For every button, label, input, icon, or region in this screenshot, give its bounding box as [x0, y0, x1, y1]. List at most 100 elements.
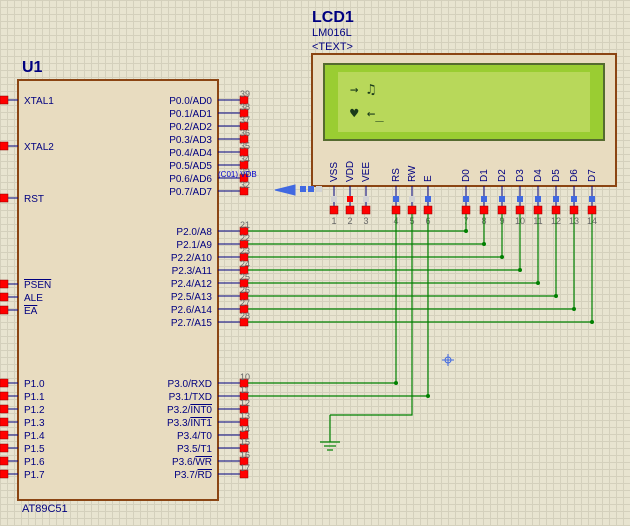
pin-pad[interactable] [0, 142, 8, 150]
junction [464, 229, 468, 233]
junction [536, 281, 540, 285]
logic-indicator [300, 186, 306, 192]
lcd-pin-pad[interactable] [516, 206, 524, 214]
junction [394, 381, 398, 385]
chip-part: AT89C51 [22, 503, 68, 515]
pin-pad[interactable] [0, 392, 8, 400]
pin-number: 27 [240, 298, 250, 308]
lcd-pin-pad[interactable] [330, 206, 338, 214]
logic-indicator [363, 196, 369, 202]
lcd-pin-pad[interactable] [392, 206, 400, 214]
pin-pad[interactable] [0, 431, 8, 439]
pin-pad[interactable] [0, 306, 8, 314]
lcd-pin-pad[interactable] [534, 206, 542, 214]
logic-indicator [481, 196, 487, 202]
pin-label: P0.7/AD7 [169, 187, 212, 198]
pin-pad[interactable] [0, 444, 8, 452]
pin-number: 11 [240, 385, 249, 395]
pin-number: 10 [240, 372, 250, 382]
lcd-pin-pad[interactable] [424, 206, 432, 214]
logic-indicator [535, 196, 541, 202]
logic-indicator [347, 196, 353, 202]
junction [426, 394, 430, 398]
lcd-display-area [338, 72, 590, 132]
lcd-pin-pad[interactable] [362, 206, 370, 214]
lcd-pin-label: D2 [497, 169, 508, 182]
wire [248, 214, 556, 296]
pin-number: 14 [240, 424, 250, 434]
pin-number: 38 [240, 102, 250, 112]
pin-label: P0.2/AD2 [169, 122, 212, 133]
pin-label: P0.5/AD5 [169, 161, 212, 172]
schematic-canvas[interactable]: U1 AT89C51 XTAL1XTAL2RSTPSENALEEAP1.0P1.… [0, 0, 630, 526]
lcd-pin-label: VSS [329, 162, 340, 182]
logic-indicator [393, 196, 399, 202]
lcd-pin-pad[interactable] [462, 206, 470, 214]
lcd-pin-pad[interactable] [552, 206, 560, 214]
pin-label: P2.2/A10 [171, 253, 213, 264]
pin-label: P1.5 [24, 444, 45, 455]
lcd-pin-label: E [423, 175, 434, 182]
pin-label: RST [24, 194, 44, 205]
pin-label: P3.3/INT1 [167, 418, 212, 429]
junction [554, 294, 558, 298]
lcd-pin-pad[interactable] [408, 206, 416, 214]
wire-group [248, 214, 594, 415]
pin-pad[interactable] [0, 280, 8, 288]
lcd-pin-label: D4 [533, 169, 544, 182]
pin-pad[interactable] [0, 418, 8, 426]
logic-indicator [517, 196, 523, 202]
logic-indicator [409, 196, 415, 202]
pin-pad[interactable] [0, 293, 8, 301]
pin-label: P0.3/AD3 [169, 135, 212, 146]
pin-number: 16 [240, 450, 250, 460]
pin-label: P2.0/A8 [176, 227, 212, 238]
pin-label: P3.0/RXD [168, 379, 212, 390]
lcd-line1: → ♫ [350, 82, 375, 98]
logic-indicator [308, 186, 314, 192]
lcd-pin-number: 2 [347, 216, 352, 226]
ground-symbol [320, 415, 340, 450]
lcd-pin-number: 1 [331, 216, 336, 226]
chip-ref: U1 [22, 59, 43, 76]
logic-indicator [331, 196, 337, 202]
pin-number: 28 [240, 311, 250, 321]
pin-label: P1.2 [24, 405, 45, 416]
junction [500, 255, 504, 259]
pin-number: 37 [240, 115, 250, 125]
pin-pad[interactable] [0, 405, 8, 413]
lcd-pin-label: RS [391, 168, 402, 182]
lcd-pin-pad[interactable] [346, 206, 354, 214]
pin-label: PSEN [24, 280, 51, 291]
lcd-pin-pad[interactable] [480, 206, 488, 214]
pin-label: P1.6 [24, 457, 45, 468]
lcd-line2: ♥ ←_ [350, 106, 384, 122]
pin-pad[interactable] [0, 96, 8, 104]
pin-number: 15 [240, 437, 250, 447]
wire [248, 214, 592, 322]
pin-label: P3.2/INT0 [167, 405, 212, 416]
pin-label: P1.3 [24, 418, 45, 429]
lcd-pin-pad[interactable] [588, 206, 596, 214]
lcd-pin-pad[interactable] [570, 206, 578, 214]
pin-label: P0.4/AD4 [169, 148, 212, 159]
pin-number: 22 [240, 233, 250, 243]
pin-label: P2.5/A13 [171, 292, 213, 303]
pin-number: 36 [240, 128, 250, 138]
lcd-ref: LCD1 [312, 9, 354, 26]
pin-pad[interactable] [0, 194, 8, 202]
pin-label: XTAL1 [24, 96, 54, 107]
pin-label: P0.1/AD1 [169, 109, 212, 120]
pin-label: P2.7/A15 [171, 318, 213, 329]
lcd-pin-label: D5 [551, 169, 562, 182]
pin-number: 23 [240, 246, 250, 256]
lcd-pin-pad[interactable] [498, 206, 506, 214]
lcd-pin-number: 3 [363, 216, 368, 226]
pin-number: 39 [240, 89, 250, 99]
pin-label: P1.0 [24, 379, 45, 390]
pin-pad[interactable] [0, 379, 8, 387]
lcd-text-placeholder: <TEXT> [312, 41, 353, 53]
pin-pad[interactable] [0, 457, 8, 465]
pin-label: P3.5/T1 [177, 444, 212, 455]
pin-pad[interactable] [0, 470, 8, 478]
